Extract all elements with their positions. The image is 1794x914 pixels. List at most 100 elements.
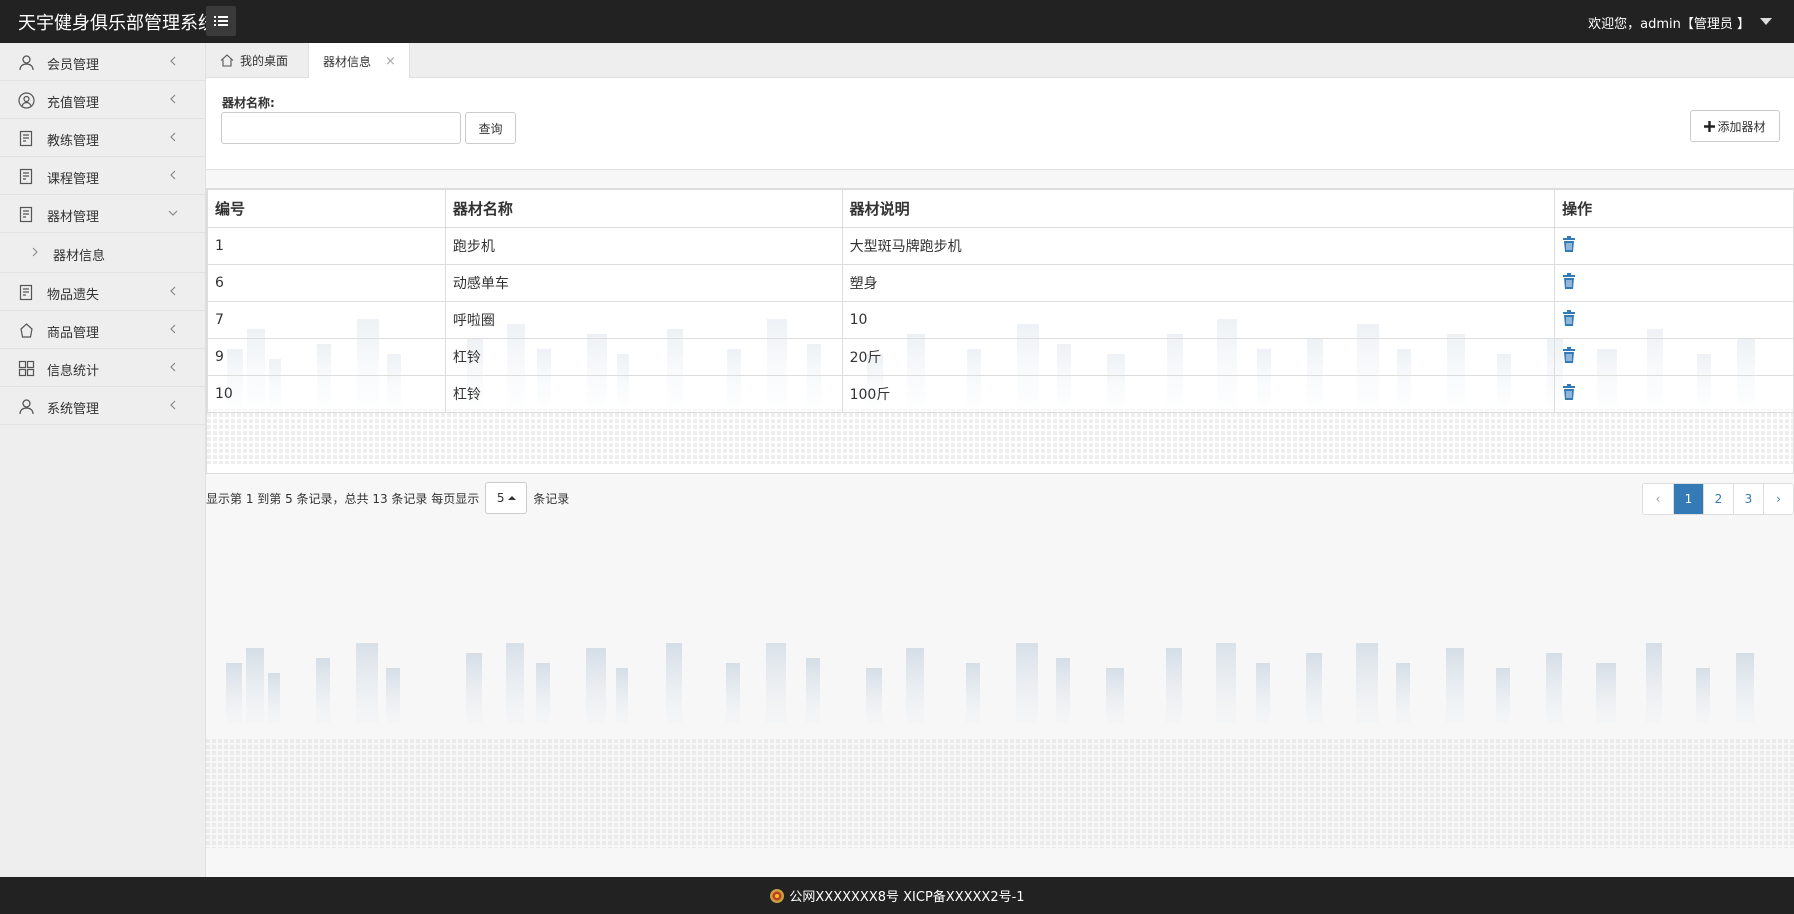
- sidebar-item-label: 器材管理: [47, 210, 100, 225]
- footer-text: 公网XXXXXXX8号 XICP备XXXXX2号-1: [789, 890, 1025, 905]
- hamburger-icon: [214, 16, 228, 26]
- sidebar-item-equipment[interactable]: 器材管理: [0, 195, 205, 233]
- trash-icon[interactable]: [1562, 273, 1576, 289]
- user-menu[interactable]: 欢迎您，admin【管理员 】: [1588, 13, 1772, 32]
- sidebar-item-courses[interactable]: 课程管理: [0, 157, 205, 195]
- equipment-table-panel: 编号 器材名称 器材说明 操作 1 跑步机 大型斑马牌跑步机 6 动感单车 塑身…: [206, 188, 1794, 474]
- cell-name: 跑步机: [444, 227, 843, 265]
- trash-icon[interactable]: [1562, 384, 1576, 400]
- user-icon: [19, 399, 34, 415]
- cell-id: 10: [207, 375, 446, 413]
- page-button-3[interactable]: 3: [1733, 484, 1763, 514]
- column-header-description[interactable]: 器材说明: [841, 189, 1556, 228]
- pagination-info-text: 显示第 1 到第 5 条记录，总共 13 条记录 每页显示: [206, 491, 480, 506]
- cell-description: 大型斑马牌跑步机: [841, 227, 1556, 265]
- sidebar-item-recharge[interactable]: 充值管理: [0, 81, 205, 119]
- user-icon: [19, 55, 34, 71]
- sidebar-item-products[interactable]: 商品管理: [0, 311, 205, 349]
- prev-page-button[interactable]: ‹: [1643, 484, 1673, 514]
- tab-label: 我的桌面: [240, 54, 289, 68]
- menu-toggle-button[interactable]: [206, 6, 236, 36]
- cell-actions: [1554, 375, 1794, 413]
- equipment-table: 编号 器材名称 器材说明 操作 1 跑步机 大型斑马牌跑步机 6 动感单车 塑身…: [207, 189, 1794, 413]
- sidebar-item-members[interactable]: 会员管理: [0, 43, 205, 81]
- user-circle-icon: [18, 92, 35, 109]
- add-equipment-label: 添加器材: [1717, 119, 1766, 134]
- page-size-select[interactable]: 5: [485, 482, 528, 514]
- query-button[interactable]: 查询: [465, 112, 516, 144]
- sidebar: 会员管理 充值管理 教练管理 课程管理 器材管理 器材信息 物品遗失 商品管理 …: [0, 43, 206, 877]
- close-icon[interactable]: ×: [385, 54, 396, 69]
- page-button-2[interactable]: 2: [1703, 484, 1733, 514]
- column-header-name[interactable]: 器材名称: [444, 189, 843, 228]
- equipment-name-input[interactable]: [221, 112, 461, 144]
- cell-id: 1: [207, 227, 446, 265]
- cell-name: 杠铃: [444, 338, 843, 376]
- grid-icon: [18, 360, 35, 377]
- chevron-left-icon: [170, 56, 176, 66]
- sidebar-item-statistics[interactable]: 信息统计: [0, 349, 205, 387]
- plus-icon: [1704, 120, 1716, 132]
- welcome-text: 欢迎您，admin【管理员 】: [1588, 17, 1750, 32]
- cell-name: 呼啦圈: [444, 301, 843, 339]
- trash-icon[interactable]: [1562, 236, 1576, 252]
- doc-icon: [19, 206, 33, 223]
- doc-icon: [19, 130, 33, 147]
- cell-actions: [1554, 227, 1794, 265]
- cell-name: 动感单车: [444, 264, 843, 302]
- pagination-info: 显示第 1 到第 5 条记录，总共 13 条记录 每页显示 5 条记录: [206, 482, 569, 514]
- caret-down-icon: [1760, 18, 1772, 25]
- trash-icon[interactable]: [1562, 310, 1576, 326]
- sidebar-item-label: 充值管理: [47, 96, 100, 111]
- footer: 公网XXXXXXX8号 XICP备XXXXX2号-1: [0, 877, 1794, 914]
- home-icon: [220, 54, 234, 67]
- cell-actions: [1554, 264, 1794, 302]
- chevron-down-icon: [168, 210, 178, 216]
- tab-bar: 我的桌面 器材信息 ×: [206, 43, 1794, 79]
- doc-icon: [19, 168, 33, 185]
- tab-equipment-info[interactable]: 器材信息 ×: [308, 43, 410, 79]
- chevron-right-icon: [32, 247, 38, 257]
- add-equipment-button[interactable]: 添加器材: [1690, 110, 1780, 142]
- chevron-left-icon: [170, 286, 176, 296]
- sidebar-item-label: 信息统计: [47, 364, 100, 379]
- cell-id: 9: [207, 338, 446, 376]
- cell-description: 塑身: [841, 264, 1556, 302]
- pagination-info-suffix: 条记录: [533, 491, 570, 506]
- doc-icon: [19, 284, 33, 301]
- cell-id: 6: [207, 264, 446, 302]
- app-title: 天宇健身俱乐部管理系统: [18, 13, 216, 34]
- sidebar-item-system[interactable]: 系统管理: [0, 387, 205, 425]
- sidebar-item-label: 课程管理: [47, 172, 100, 187]
- skyline-background: [206, 643, 1794, 848]
- table-row: 9 杠铃 20斤: [207, 338, 1794, 376]
- tab-home[interactable]: 我的桌面: [220, 43, 288, 78]
- cell-description: 20斤: [841, 338, 1556, 376]
- cell-description: 100斤: [841, 375, 1556, 413]
- chevron-left-icon: [170, 94, 176, 104]
- police-badge-icon: [770, 888, 785, 903]
- sidebar-item-label: 商品管理: [47, 326, 100, 341]
- sidebar-item-lost-items[interactable]: 物品遗失: [0, 273, 205, 311]
- top-bar: 天宇健身俱乐部管理系统 欢迎您，admin【管理员 】: [0, 0, 1794, 43]
- trash-icon[interactable]: [1562, 347, 1576, 363]
- chevron-left-icon: [170, 170, 176, 180]
- column-header-id[interactable]: 编号: [207, 189, 446, 228]
- table-row: 6 动感单车 塑身: [207, 264, 1794, 302]
- main-content: 我的桌面 器材信息 × 器材名称: 查询 添加器材 编号 器材名称 器材说明 操…: [206, 43, 1794, 877]
- page-button-1[interactable]: 1: [1673, 484, 1703, 514]
- chevron-left-icon: [170, 132, 176, 142]
- sidebar-subitem-equipment-info[interactable]: 器材信息: [0, 233, 205, 273]
- sidebar-item-coaches[interactable]: 教练管理: [0, 119, 205, 157]
- equipment-name-label: 器材名称:: [222, 96, 275, 110]
- cell-actions: [1554, 301, 1794, 339]
- table-row: 1 跑步机 大型斑马牌跑步机: [207, 227, 1794, 265]
- column-header-actions: 操作: [1554, 189, 1794, 228]
- bag-icon: [20, 323, 33, 338]
- chevron-left-icon: [170, 400, 176, 410]
- page-size-value: 5: [496, 491, 505, 505]
- chevron-left-icon: [170, 362, 176, 372]
- next-page-button[interactable]: ›: [1763, 484, 1793, 514]
- pagination: ‹ 1 2 3 ›: [1642, 483, 1794, 515]
- sidebar-item-label: 教练管理: [47, 134, 100, 149]
